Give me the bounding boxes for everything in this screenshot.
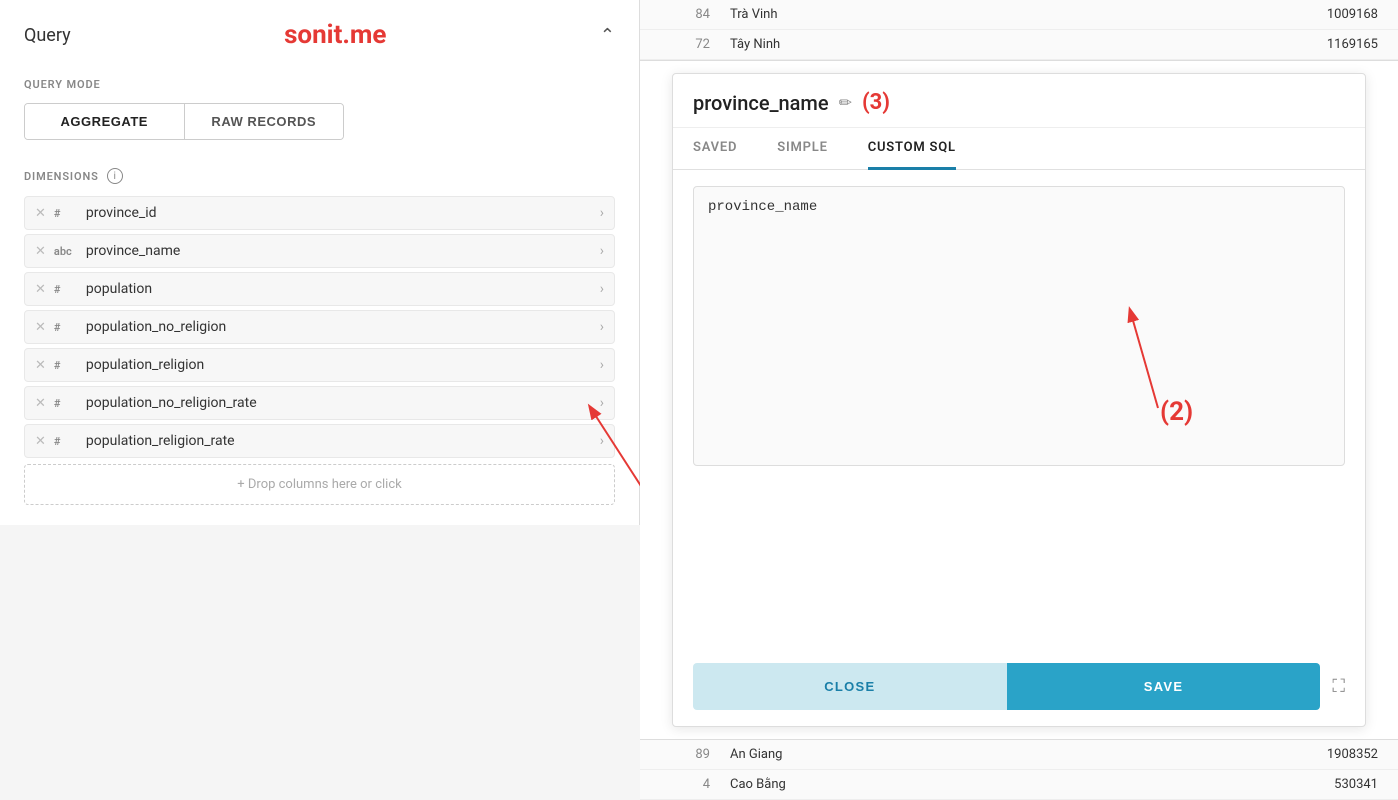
dimension-row-population-religion-rate[interactable]: ✕ # population_religion_rate › [24, 424, 615, 458]
dimensions-list: ✕ # province_id › ✕ abc province_name › … [24, 196, 615, 458]
table-row-84: 84 Trà Vinh 1009168 [640, 0, 1398, 30]
table-row-72: 72 Tây Ninh 1169165 [640, 30, 1398, 60]
dimension-name-province-id: province_id [86, 205, 592, 221]
table-cell-pop-4: 530341 [930, 777, 1378, 792]
table-cell-id-84: 84 [660, 7, 710, 22]
dimension-arrow-population-religion-rate: › [600, 433, 604, 449]
dimension-type-population-religion: # [54, 359, 78, 372]
dimension-close-icon[interactable]: ✕ [35, 320, 46, 335]
dimension-row-province-name[interactable]: ✕ abc province_name › [24, 234, 615, 268]
table-cell-id-4: 4 [660, 777, 710, 792]
table-cell-pop-89: 1908352 [930, 747, 1378, 762]
step3-annotation: (3) [862, 90, 890, 115]
column-editor-tabs: SAVED SIMPLE CUSTOM SQL [673, 128, 1365, 170]
dimension-type-population-religion-rate: # [54, 435, 78, 448]
dimension-arrow-province-id: › [600, 205, 604, 221]
dimension-name-population-no-religion-rate: population_no_religion_rate [86, 395, 592, 411]
dimension-type-population: # [54, 283, 78, 296]
dimension-arrow-population-religion: › [600, 357, 604, 373]
column-editor-actions: CLOSE SAVE ⛶ [673, 647, 1365, 726]
dimension-type-province-name: abc [54, 245, 78, 258]
dimension-row-population-no-religion[interactable]: ✕ # population_no_religion › [24, 310, 615, 344]
dimension-name-population-no-religion: population_no_religion [86, 319, 592, 335]
dimension-type-population-no-religion-rate: # [54, 397, 78, 410]
dimension-type-population-no-religion: # [54, 321, 78, 334]
top-table-area: 84 Trà Vinh 1009168 72 Tây Ninh 1169165 [640, 0, 1398, 61]
dimension-name-population: population [86, 281, 592, 297]
table-cell-name-89: An Giang [730, 747, 910, 762]
save-button[interactable]: SAVE [1007, 663, 1321, 710]
sql-area: province_name [673, 170, 1365, 647]
table-cell-name-72: Tây Ninh [730, 37, 910, 52]
dimension-name-province-name: province_name [86, 243, 592, 259]
column-editor-container: province_name ✏ (3) SAVED SIMPLE CUSTOM … [640, 61, 1398, 739]
raw-records-mode-button[interactable]: RAW RECORDS [185, 104, 344, 139]
dimension-close-icon[interactable]: ✕ [35, 434, 46, 449]
collapse-icon[interactable]: ⌃ [600, 25, 615, 46]
left-panel: Query sonit.me ⌃ QUERY MODE AGGREGATE RA… [0, 0, 640, 525]
bottom-table-area: 89 An Giang 1908352 4 Cao Bằng 530341 [640, 739, 1398, 800]
dimensions-label: DIMENSIONS [24, 170, 99, 183]
dimension-row-province-id[interactable]: ✕ # province_id › [24, 196, 615, 230]
dimension-arrow-population: › [600, 281, 604, 297]
drop-zone-label: + Drop columns here or click [237, 477, 401, 492]
left-panel-wrapper: Query sonit.me ⌃ QUERY MODE AGGREGATE RA… [0, 0, 640, 800]
query-mode-group: AGGREGATE RAW RECORDS [24, 103, 344, 140]
dimension-close-icon[interactable]: ✕ [35, 282, 46, 297]
right-panel: 84 Trà Vinh 1009168 72 Tây Ninh 1169165 … [640, 0, 1398, 800]
dimensions-header: DIMENSIONS i [24, 168, 615, 184]
dimension-arrow-province-name: › [600, 243, 604, 259]
expand-icon[interactable]: ⛶ [1332, 676, 1345, 697]
brand-logo: sonit.me [284, 20, 386, 50]
dimension-row-population-no-religion-rate[interactable]: ✕ # population_no_religion_rate › [24, 386, 615, 420]
aggregate-mode-button[interactable]: AGGREGATE [25, 104, 185, 139]
drop-zone[interactable]: + Drop columns here or click [24, 464, 615, 505]
query-mode-label: QUERY MODE [24, 78, 615, 91]
table-cell-id-72: 72 [660, 37, 710, 52]
column-name-title: province_name [693, 91, 829, 115]
dimension-arrow-population-no-religion-rate: › [600, 395, 604, 411]
dimension-close-icon[interactable]: ✕ [35, 396, 46, 411]
dimension-arrow-population-no-religion: › [600, 319, 604, 335]
table-cell-name-84: Trà Vinh [730, 7, 910, 22]
dimension-name-population-religion-rate: population_religion_rate [86, 433, 592, 449]
dimension-close-icon[interactable]: ✕ [35, 206, 46, 221]
dimension-row-population[interactable]: ✕ # population › [24, 272, 615, 306]
column-editor: province_name ✏ (3) SAVED SIMPLE CUSTOM … [672, 73, 1366, 727]
column-editor-header: province_name ✏ (3) [673, 74, 1365, 128]
table-cell-id-89: 89 [660, 747, 710, 762]
dimension-type-province-id: # [54, 207, 78, 220]
close-button[interactable]: CLOSE [693, 663, 1007, 710]
table-cell-name-4: Cao Bằng [730, 777, 910, 792]
dimension-close-icon[interactable]: ✕ [35, 244, 46, 259]
query-title: Query [24, 25, 71, 46]
dimension-name-population-religion: population_religion [86, 357, 592, 373]
sql-input[interactable]: province_name [693, 186, 1345, 466]
edit-column-name-icon[interactable]: ✏ [839, 93, 852, 112]
dimensions-info-icon[interactable]: i [107, 168, 123, 184]
query-header: Query sonit.me ⌃ [24, 20, 615, 50]
dimension-row-population-religion[interactable]: ✕ # population_religion › [24, 348, 615, 382]
dimension-close-icon[interactable]: ✕ [35, 358, 46, 373]
tab-saved[interactable]: SAVED [693, 128, 737, 170]
table-cell-pop-72: 1169165 [930, 37, 1378, 52]
table-cell-pop-84: 1009168 [930, 7, 1378, 22]
tab-custom-sql[interactable]: CUSTOM SQL [868, 128, 956, 170]
tab-simple[interactable]: SIMPLE [777, 128, 827, 170]
table-row-89: 89 An Giang 1908352 [640, 740, 1398, 770]
table-row-4: 4 Cao Bằng 530341 [640, 770, 1398, 800]
